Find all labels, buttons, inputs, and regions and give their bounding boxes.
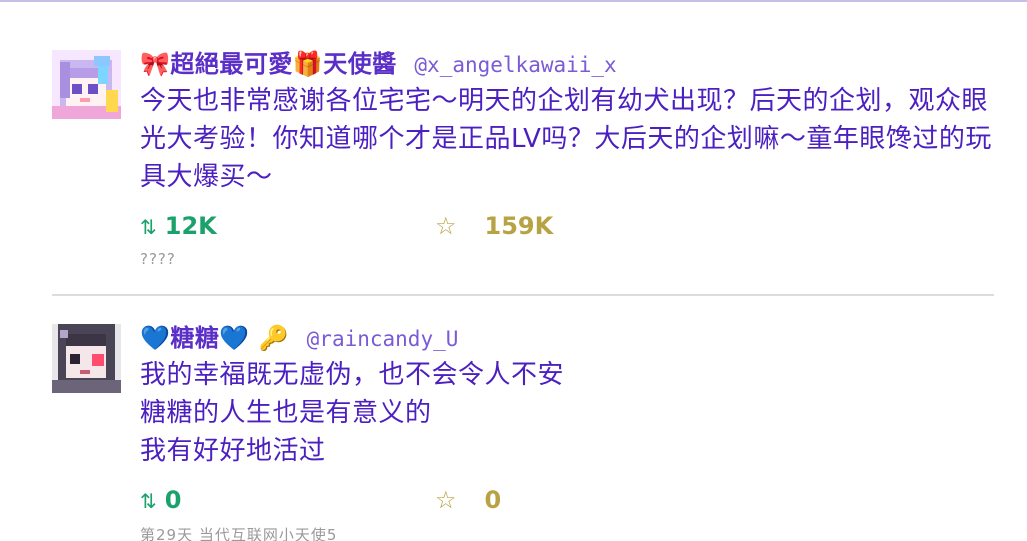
favorite-count: 159K <box>484 212 554 240</box>
favorite-button[interactable]: ☆ 0 <box>435 480 501 520</box>
favorite-count: 0 <box>484 486 502 514</box>
tweet-text-line: 我的幸福既无虚伪，也不会令人不安 <box>140 360 565 390</box>
display-name[interactable]: 💙糖糖💙 🔑 <box>140 324 289 352</box>
retweet-button[interactable]: ⇅ 0 <box>140 480 181 521</box>
tweet-body: 💙糖糖💙 🔑 @raincandy_U 我的幸福既无虚伪，也不会令人不安 糖糖的… <box>140 320 1000 541</box>
retweet-icon: ⇅ <box>140 489 157 513</box>
avatar[interactable] <box>52 50 121 119</box>
divider <box>52 294 994 296</box>
timeline: 🎀超絕最可愛🎁天使醬 @x_angelkawaii_x 今天也非常感谢各位宅宅～… <box>0 0 1027 541</box>
retweet-button[interactable]: ⇅ 12K <box>140 206 217 247</box>
tweet-text: 我的幸福既无虚伪，也不会令人不安 糖糖的人生也是有意义的 我有好好地活过 <box>140 356 1000 470</box>
handle[interactable]: @x_angelkawaii_x <box>414 53 616 77</box>
tweet-text-line: 糖糖的人生也是有意义的 <box>140 398 432 428</box>
star-icon: ☆ <box>435 486 457 514</box>
avatar[interactable] <box>52 324 121 393</box>
tweet-actions: ⇅ 0 ☆ 0 <box>140 480 1000 520</box>
handle[interactable]: @raincandy_U <box>307 327 459 351</box>
retweet-icon: ⇅ <box>140 215 157 239</box>
tweet-meta: 第29天 当代互联网小天使5 <box>140 526 338 541</box>
tweet-text-line: 我有好好地活过 <box>140 436 326 466</box>
author-line: 💙糖糖💙 🔑 @raincandy_U <box>140 320 1000 356</box>
author-line: 🎀超絕最可愛🎁天使醬 @x_angelkawaii_x <box>140 46 1000 82</box>
retweet-count: 12K <box>164 212 217 240</box>
display-name[interactable]: 🎀超絕最可愛🎁天使醬 <box>140 50 397 78</box>
retweet-count: 0 <box>164 486 182 514</box>
tweet-body: 🎀超絕最可愛🎁天使醬 @x_angelkawaii_x 今天也非常感谢各位宅宅～… <box>140 46 1000 268</box>
tweet-actions: ⇅ 12K ☆ 159K <box>140 206 1000 246</box>
tweet-text: 今天也非常感谢各位宅宅～明天的企划有幼犬出现？后天的企划，观众眼光大考验！你知道… <box>140 86 992 192</box>
tweet-meta: ???? <box>140 250 176 268</box>
star-icon: ☆ <box>435 212 457 240</box>
favorite-button[interactable]: ☆ 159K <box>435 206 553 246</box>
